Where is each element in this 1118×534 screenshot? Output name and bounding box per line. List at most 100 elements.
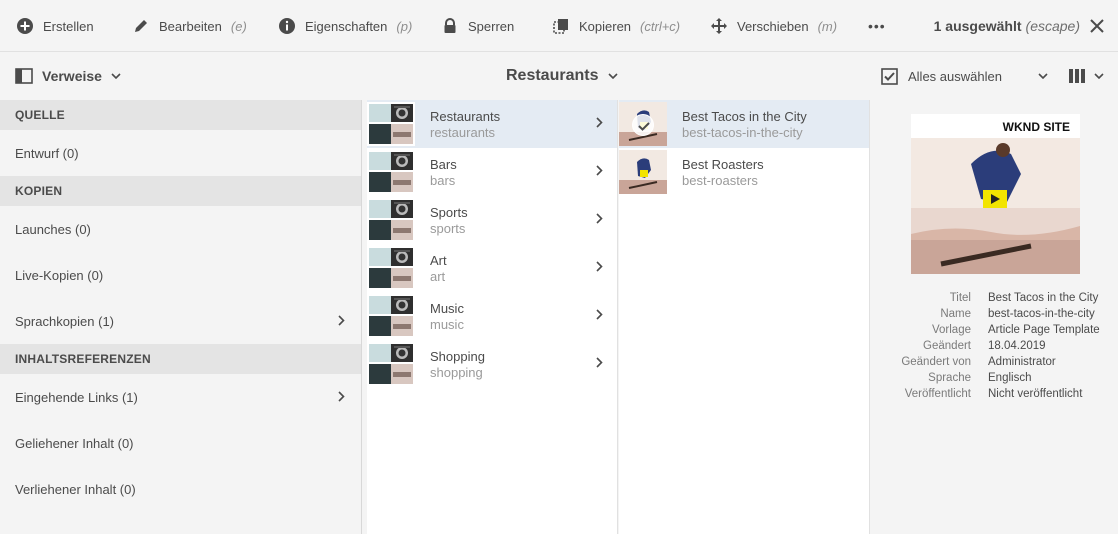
column-view-level-1: Restaurants restaurants Bars bars Sports spor… — [367, 100, 618, 534]
rail-item-label: Eingehende Links (1) — [15, 389, 138, 405]
property-value: Englisch — [988, 372, 1032, 384]
move-arrows-icon — [710, 17, 728, 35]
chevron-right-icon — [596, 261, 603, 272]
property-value: Article Page Template — [988, 324, 1100, 336]
chevron-down-icon — [111, 73, 121, 79]
page-thumbnail — [367, 102, 415, 146]
selection-shortcut: (escape) — [1025, 18, 1080, 34]
item-title: Best Tacos in the City — [682, 109, 807, 124]
property-row: Veröffentlicht Nicht veröffentlicht — [871, 386, 1118, 402]
chevron-right-icon — [596, 309, 603, 320]
column-item-best-roasters[interactable]: Best Roasters best-roasters — [619, 148, 869, 196]
column-view-level-2: Best Tacos in the City best-tacos-in-the-… — [619, 100, 870, 534]
view-switcher[interactable] — [1068, 52, 1104, 100]
action-bar: Erstellen Bearbeiten (e) Eigenschaften (… — [0, 0, 1118, 52]
column-item-sports[interactable]: Sports sports — [367, 196, 617, 244]
item-name: sports — [430, 221, 466, 236]
page-thumbnail — [367, 342, 415, 386]
property-value: Best Tacos in the City — [988, 292, 1099, 304]
item-title: Best Roasters — [682, 157, 764, 172]
rail-toggle-button[interactable]: Verweise — [15, 52, 121, 100]
rail-section-header: INHALTSREFERENZEN — [0, 344, 361, 374]
rail-label: Verweise — [42, 68, 102, 84]
copy-button[interactable]: Kopieren (ctrl+c) — [552, 0, 680, 52]
property-row: Name best-tacos-in-the-city — [871, 306, 1118, 322]
column-item-restaurants[interactable]: Restaurants restaurants — [367, 100, 617, 148]
column-item-best-tacos-in-the-city[interactable]: Best Tacos in the City best-tacos-in-the-… — [619, 100, 869, 148]
close-selection-button[interactable] — [1088, 17, 1106, 35]
lock-icon — [441, 17, 459, 35]
properties-button[interactable]: Eigenschaften (p) — [278, 0, 412, 52]
column-item-music[interactable]: Music music — [367, 292, 617, 340]
lock-label: Sperren — [468, 18, 515, 34]
more-button[interactable]: ••• — [868, 0, 886, 52]
rail-item-launches[interactable]: Launches (0) — [0, 206, 361, 252]
rail-item-live-copies[interactable]: Live-Kopien (0) — [0, 252, 361, 298]
item-name: best-tacos-in-the-city — [682, 125, 803, 140]
copy-label: Kopieren — [579, 18, 632, 34]
rail-item-lent-content[interactable]: Verliehener Inhalt (0) — [0, 466, 361, 512]
checkbox-icon — [881, 67, 898, 85]
create-label: Erstellen — [43, 18, 94, 34]
item-title: Sports — [430, 205, 468, 220]
selected-check-icon[interactable] — [632, 114, 654, 136]
item-title: Art — [430, 253, 447, 268]
chevron-down-icon — [1038, 73, 1048, 79]
rail-item-incoming-links[interactable]: Eingehende Links (1) — [0, 374, 361, 420]
move-shortcut: (m) — [817, 18, 838, 34]
more-icon: ••• — [868, 18, 886, 34]
rail-item-label: Verliehener Inhalt (0) — [15, 481, 136, 497]
edit-shortcut: (e) — [230, 18, 247, 34]
details-panel: WKND SITE Titel Best Tacos in the City Nam… — [871, 100, 1118, 534]
page-title[interactable]: Restaurants — [506, 52, 619, 100]
column-item-art[interactable]: Art art — [367, 244, 617, 292]
rail-item-label: Launches (0) — [15, 221, 91, 237]
item-name: shopping — [430, 365, 483, 380]
chevron-down-icon — [1094, 73, 1104, 79]
properties-label: Eigenschaften — [305, 18, 388, 34]
move-button[interactable]: Verschieben (m) — [710, 0, 837, 52]
page-thumbnail — [367, 150, 415, 194]
create-button[interactable]: Erstellen — [16, 0, 94, 52]
rail-item-label: Live-Kopien (0) — [15, 267, 104, 283]
rail-item-language-copies[interactable]: Sprachkopien (1) — [0, 298, 361, 344]
property-value: 18.04.2019 — [988, 340, 1046, 352]
column-view-icon — [1069, 69, 1085, 83]
property-value: Administrator — [988, 356, 1056, 368]
property-label: Titel — [949, 292, 971, 304]
rail-section-header: QUELLE — [0, 100, 361, 130]
item-name: restaurants — [430, 125, 496, 140]
rail-item-label: Geliehener Inhalt (0) — [15, 435, 134, 451]
copy-icon — [552, 17, 570, 35]
property-label: Geändert — [923, 340, 971, 352]
rail-section-header: KOPIEN — [0, 176, 361, 206]
thumbnail-site-title: WKND SITE — [1002, 120, 1070, 134]
pencil-icon — [132, 17, 150, 35]
rail-panel-icon — [15, 68, 33, 84]
property-row: Titel Best Tacos in the City — [871, 290, 1118, 306]
chevron-right-icon — [596, 117, 603, 128]
copy-shortcut: (ctrl+c) — [640, 18, 681, 34]
add-circle-icon — [16, 17, 34, 35]
item-name: bars — [430, 173, 456, 188]
chevron-right-icon — [596, 165, 603, 176]
page-thumbnail — [619, 150, 667, 194]
column-item-shopping[interactable]: Shopping shopping — [367, 340, 617, 388]
rail-item-label: Sprachkopien (1) — [15, 313, 114, 329]
item-title: Bars — [430, 157, 457, 172]
item-title: Shopping — [430, 349, 485, 364]
property-row: Geändert 18.04.2019 — [871, 338, 1118, 354]
page-thumbnail — [367, 294, 415, 338]
item-name: best-roasters — [682, 173, 758, 188]
references-rail: QUELLE Entwurf (0) KOPIEN Launches (0) L… — [0, 100, 362, 534]
rail-item-label: Entwurf (0) — [15, 145, 79, 161]
rail-item-draft[interactable]: Entwurf (0) — [0, 130, 361, 176]
select-all-label: Alles auswählen — [908, 68, 1002, 84]
column-item-bars[interactable]: Bars bars — [367, 148, 617, 196]
item-title: Music — [430, 301, 464, 316]
lock-button[interactable]: Sperren — [441, 0, 514, 52]
rail-item-borrowed-content[interactable]: Geliehener Inhalt (0) — [0, 420, 361, 466]
edit-button[interactable]: Bearbeiten (e) — [132, 0, 247, 52]
select-all-button[interactable]: Alles auswählen — [881, 52, 1048, 100]
property-label: Sprache — [928, 372, 971, 384]
